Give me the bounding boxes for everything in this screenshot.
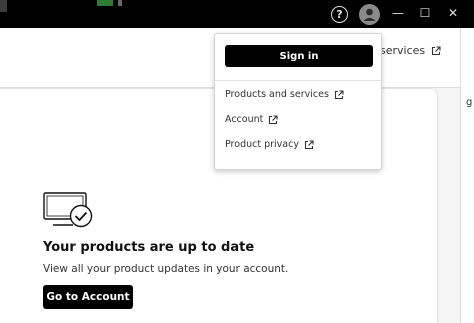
menu-item-label: Account [225, 114, 264, 125]
background-window-edge [0, 0, 7, 12]
maximize-icon[interactable]: ☐ [412, 4, 438, 22]
help-icon[interactable]: ? [331, 6, 348, 23]
header-services-link[interactable]: services [380, 44, 441, 57]
menu-item-label: Products and services [225, 89, 329, 100]
help-glyph: ? [336, 8, 343, 21]
menu-item-products-and-services[interactable]: Products and services [225, 89, 344, 100]
external-link-icon [269, 114, 278, 124]
minimize-icon[interactable]: — [385, 4, 411, 22]
user-avatar-icon[interactable] [359, 4, 380, 25]
sign-in-button[interactable]: Sign in [225, 45, 373, 67]
updates-title: Your products are up to date [43, 240, 255, 255]
go-to-account-button[interactable]: Go to Account [43, 285, 133, 309]
adjacent-panel-text: g [466, 97, 473, 108]
menu-divider [215, 80, 381, 81]
external-link-icon [432, 45, 441, 55]
person-icon [363, 8, 376, 21]
menu-item-account[interactable]: Account [225, 114, 278, 125]
maximize-glyph: ☐ [419, 6, 431, 20]
monitor-check-icon [43, 192, 93, 228]
menu-item-label: Product privacy [225, 139, 299, 150]
close-glyph: ✕ [447, 6, 459, 20]
adjacent-panel-edge [460, 28, 474, 323]
updates-description: View all your product updates in your ac… [43, 263, 289, 275]
account-dropdown-menu: Sign in Products and services Account Pr… [214, 33, 382, 170]
minimize-glyph: — [392, 6, 404, 20]
close-icon[interactable]: ✕ [440, 4, 466, 22]
header-services-label: services [380, 44, 426, 57]
external-link-icon [334, 89, 344, 99]
external-link-icon [304, 139, 314, 149]
background-window-edge [118, 0, 122, 6]
menu-item-product-privacy[interactable]: Product privacy [225, 139, 314, 150]
background-window-edge [97, 0, 113, 6]
